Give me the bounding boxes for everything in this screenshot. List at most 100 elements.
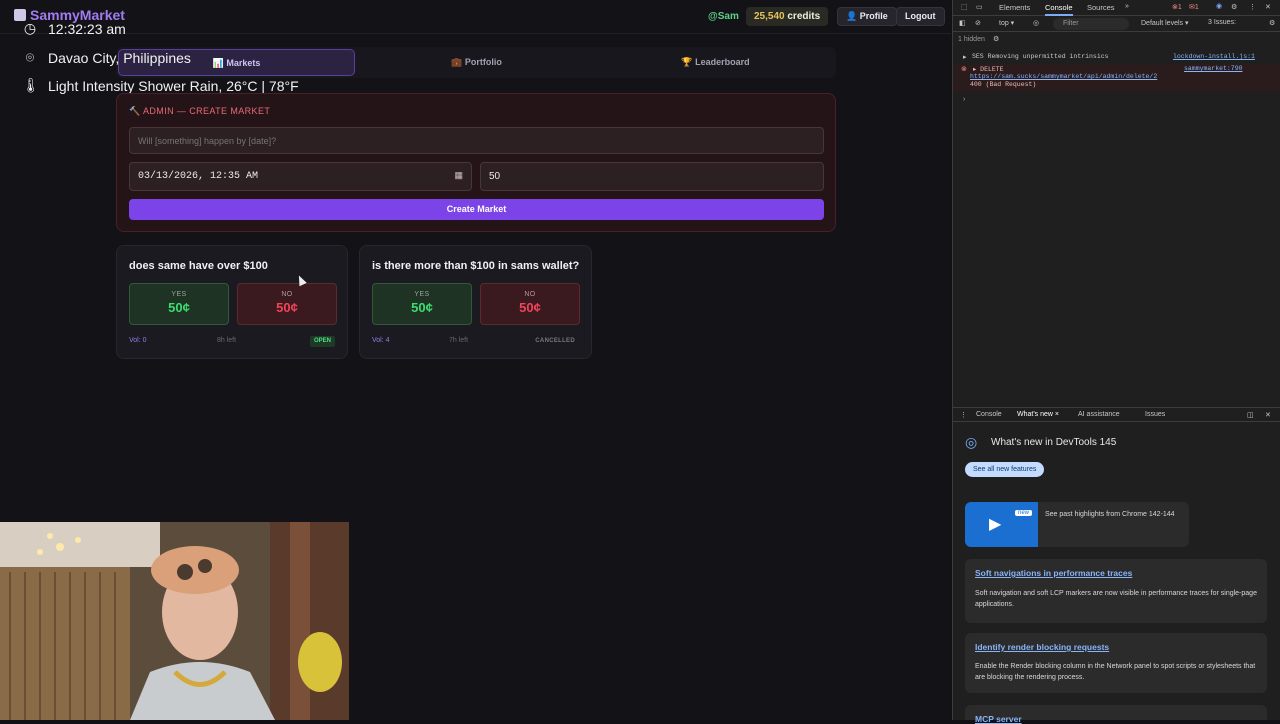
feature-card[interactable]: Identify render blocking requests Enable…	[965, 633, 1267, 693]
tab-elements[interactable]: Elements	[999, 3, 1030, 12]
tab-sources[interactable]: Sources	[1087, 3, 1115, 12]
error-source-link[interactable]: sammymarket:790	[1184, 65, 1243, 72]
close-drawer-icon[interactable]: ✕	[1265, 411, 1271, 419]
webcam-feed-image	[0, 522, 349, 720]
credits-label: credits	[787, 11, 821, 22]
create-market-button[interactable]: Create Market	[129, 199, 824, 220]
calendar-icon[interactable]: ▦	[454, 163, 463, 190]
gear-icon[interactable]: ⚙	[993, 35, 999, 43]
market-volume: Vol: 0	[129, 337, 147, 344]
devtools-tab-bar: ⬚ ▭ Elements Console Sources » ⊗1 ✉1 ◉ ⚙…	[953, 0, 1280, 16]
console-prompt-icon[interactable]: ›	[963, 96, 965, 103]
market-question: is there more than $100 in sams wallet?	[372, 260, 580, 272]
user-handle: @Sam	[708, 11, 739, 22]
yes-button[interactable]: YES 50¢	[372, 283, 472, 325]
play-icon: ▶	[989, 516, 1002, 533]
log-expand-icon[interactable]: ▸	[963, 53, 967, 62]
drawer-menu-icon[interactable]: ⋮	[960, 411, 967, 419]
eye-icon[interactable]: ◎	[1033, 19, 1039, 27]
highlights-thumbnail: new ▶	[965, 502, 1038, 547]
drawer-tab-bar: ⋮ Console What's new × AI assistance Iss…	[953, 407, 1280, 422]
no-button[interactable]: NO 50¢	[237, 283, 337, 325]
main-tabs: 📊 Markets 💼 Portfolio 🏆 Leaderboard	[116, 47, 836, 78]
no-button[interactable]: NO 50¢	[480, 283, 580, 325]
context-selector[interactable]: top ▾	[999, 19, 1014, 27]
profile-button[interactable]: 👤 Profile	[837, 7, 897, 26]
question-input[interactable]	[129, 127, 824, 154]
feature-description: Enable the Render blocking column in the…	[975, 663, 1256, 681]
log-source-link[interactable]: lockdown-install.js:1	[1173, 53, 1255, 60]
stream-clock: ◷ 12:32:23 am	[22, 20, 126, 37]
error-method[interactable]: ▸ DELETE	[973, 65, 1004, 73]
credits-badge: 25,540 credits	[746, 7, 829, 26]
status-badge: OPEN	[309, 336, 335, 347]
close-date-input[interactable]: 03/13/2026, 12:35 AM ▦	[129, 162, 472, 191]
device-toolbar-icon[interactable]: ▭	[976, 3, 983, 11]
message-count-badge[interactable]: ✉1	[1189, 3, 1199, 11]
feature-card[interactable]: Soft navigations in performance traces S…	[965, 559, 1267, 623]
market-time-left: 7h left	[449, 337, 469, 344]
credits-value: 25,540	[754, 11, 785, 22]
issues-counter[interactable]: 3 Issues:	[1208, 19, 1236, 26]
admin-panel-title: 🔨 ADMIN — CREATE MARKET	[129, 106, 271, 116]
highlights-text: See past highlights from Chrome 142-144	[1045, 511, 1175, 518]
clock-time: 12:32:23 am	[48, 20, 126, 37]
clear-console-icon[interactable]: ⊘	[975, 19, 981, 27]
web-app: SammyMarket @Sam 25,540 credits 👤 Profil…	[0, 0, 951, 720]
logout-button[interactable]: Logout	[896, 7, 945, 26]
hidden-count: 1 hidden	[958, 36, 985, 43]
error-count-badge[interactable]: ⊗1	[1172, 3, 1182, 11]
tab-console[interactable]: Console	[1045, 3, 1073, 16]
feature-title[interactable]: Identify render blocking requests	[975, 642, 1109, 652]
console-toolbar: ◧ ⊘ top ▾ ◎ Filter Default levels ▾ 3 Is…	[953, 16, 1280, 32]
thermometer-icon: 🌡	[22, 77, 40, 93]
tab-portfolio[interactable]: 💼 Portfolio	[358, 49, 595, 76]
devtools-panel: ⬚ ▭ Elements Console Sources » ⊗1 ✉1 ◉ ⚙…	[952, 0, 1280, 724]
error-status: 400 (Bad Request)	[970, 81, 1037, 88]
dock-icon[interactable]: ◫	[1247, 411, 1254, 419]
whats-new-title: What's new in DevTools 145	[991, 437, 1117, 448]
settings-icon[interactable]: ⚙	[1231, 3, 1237, 11]
clock-icon: ◷	[23, 20, 37, 36]
drawer-tab-issues[interactable]: Issues	[1145, 411, 1165, 418]
close-icon[interactable]: ✕	[1265, 3, 1271, 11]
drawer-tab-console[interactable]: Console	[976, 411, 1002, 418]
kebab-menu-icon[interactable]: ⋮	[1249, 3, 1256, 11]
top-nav-bar: SammyMarket @Sam 25,540 credits 👤 Profil…	[0, 0, 951, 34]
stream-location: ⌾ Davao City, Philippines	[22, 49, 191, 66]
error-url[interactable]: https://sam.sucks/sammymarket/api/admin/…	[970, 73, 1157, 80]
inspect-icon[interactable]: ⬚	[961, 3, 968, 11]
market-card[interactable]: is there more than $100 in sams wallet? …	[359, 245, 592, 359]
liquidity-input[interactable]: 50	[480, 162, 824, 191]
console-error-entry: ⊗ ▸ DELETE sammymarket:790 https://sam.s…	[953, 64, 1280, 92]
console-log-message: SES Removing unpermitted intrinsics	[972, 53, 1109, 60]
market-time-left: 8h left	[217, 337, 237, 344]
feature-title[interactable]: Soft navigations in performance traces	[975, 568, 1132, 578]
chrome-logo-icon: ◎	[965, 434, 978, 450]
market-volume: Vol: 4	[372, 337, 390, 344]
yes-price: 50¢	[168, 300, 190, 315]
drawer-tab-ai-assistance[interactable]: AI assistance	[1078, 411, 1120, 418]
location-text: Davao City, Philippines	[48, 49, 191, 66]
drawer-tab-whats-new[interactable]: What's new ×	[1017, 411, 1059, 418]
console-filter-input[interactable]: Filter	[1053, 18, 1129, 30]
see-all-features-button[interactable]: See all new features	[965, 462, 1045, 477]
error-icon: ⊗	[961, 66, 967, 73]
log-levels-dropdown[interactable]: Default levels ▾	[1141, 19, 1188, 27]
no-price: 50¢	[519, 300, 541, 315]
feature-card[interactable]: MCP server	[965, 705, 1267, 724]
gear-icon[interactable]: ⚙	[1269, 19, 1275, 27]
no-label: NO	[281, 291, 293, 298]
sidebar-toggle-icon[interactable]: ◧	[959, 19, 966, 27]
market-card[interactable]: does same have over $100 YES 50¢ NO 50¢ …	[116, 245, 348, 359]
weather-text: Light Intensity Shower Rain, 26°C | 78°F	[48, 77, 299, 94]
market-question: does same have over $100	[129, 260, 268, 272]
feature-description: Soft navigation and soft LCP markers are…	[975, 590, 1257, 608]
extension-icon[interactable]: ◉	[1216, 2, 1222, 10]
highlights-card[interactable]: new ▶ See past highlights from Chrome 14…	[965, 502, 1189, 547]
more-tabs-icon[interactable]: »	[1125, 3, 1129, 10]
feature-title[interactable]: MCP server	[975, 714, 1022, 724]
yes-button[interactable]: YES 50¢	[129, 283, 229, 325]
tab-leaderboard[interactable]: 🏆 Leaderboard	[597, 49, 834, 76]
new-badge: new	[1015, 510, 1033, 516]
